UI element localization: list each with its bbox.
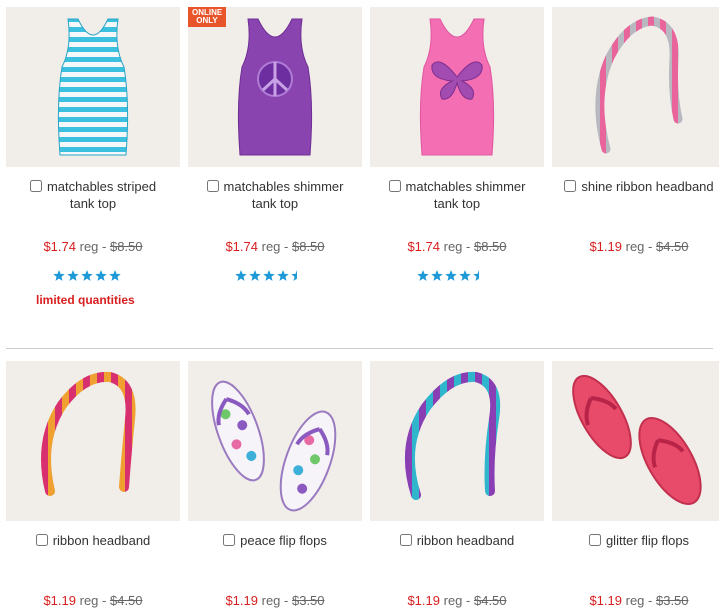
product-card: peace flip flops $1.19 reg - $3.50 (188, 361, 362, 608)
reg-price: $8.50 (291, 239, 325, 254)
purple-tank-top-image (237, 18, 313, 156)
compare-checkbox[interactable] (564, 180, 577, 192)
shine-ribbon-headband-image (595, 16, 683, 154)
compare-checkbox[interactable] (399, 534, 412, 546)
online-only-badge: ONLINE ONLY (188, 7, 226, 27)
reg-label: reg - (625, 593, 653, 608)
product-price: $1.19 reg - $3.50 (552, 593, 719, 608)
rating-stars-graphic (53, 270, 121, 281)
product-image[interactable] (552, 361, 719, 521)
product-card: matchables shimmer tank top $1.74 reg - … (370, 7, 544, 281)
product-card: matchables striped tank top $1.74 reg - … (6, 7, 180, 307)
glitter-flip-flops-image (572, 374, 702, 505)
product-name: peace flip flops (188, 532, 362, 549)
product-image[interactable] (370, 361, 544, 521)
product-image[interactable] (188, 361, 362, 521)
reg-price: $3.50 (291, 593, 325, 608)
product-price: $1.19 reg - $4.50 (370, 593, 544, 608)
reg-label: reg - (443, 593, 471, 608)
sale-price: $1.74 (225, 239, 258, 254)
rating-stars-graphic (235, 270, 297, 281)
product-image[interactable] (552, 7, 719, 167)
compare-checkbox[interactable] (388, 180, 401, 192)
product-card: glitter flip flops $1.19 reg - $3.50 (552, 361, 719, 608)
reg-price: $8.50 (109, 239, 143, 254)
reg-label: reg - (261, 239, 289, 254)
sale-price: $1.19 (225, 593, 258, 608)
product-card: ribbon headband $1.19 reg - $4.50 (6, 361, 180, 608)
product-name: matchables shimmer tank top (370, 178, 544, 212)
sale-price: $1.74 (43, 239, 76, 254)
product-price: $1.74 reg - $8.50 (370, 239, 544, 254)
peace-flip-flops-image (211, 380, 337, 512)
reg-price: $4.50 (109, 593, 143, 608)
rating-stars (234, 269, 304, 283)
product-price: $1.19 reg - $4.50 (6, 593, 180, 608)
product-price: $1.19 reg - $4.50 (552, 239, 719, 254)
reg-price: $8.50 (473, 239, 507, 254)
reg-label: reg - (79, 593, 107, 608)
star-icon (291, 270, 297, 281)
star-icon (67, 270, 79, 281)
product-image[interactable] (6, 361, 180, 521)
star-icon (445, 270, 457, 281)
star-icon (95, 270, 107, 281)
star-icon (473, 270, 479, 281)
star-icon (459, 270, 471, 281)
compare-checkbox[interactable] (206, 180, 219, 192)
product-name: matchables shimmer tank top (188, 178, 362, 212)
reg-price: $3.50 (655, 593, 689, 608)
product-name: ribbon headband (370, 532, 544, 549)
star-icon (81, 270, 93, 281)
product-price: $1.74 reg - $8.50 (188, 239, 362, 254)
sale-price: $1.19 (407, 593, 440, 608)
star-icon (277, 270, 289, 281)
ribbon-headband-image (404, 371, 501, 500)
product-price: $1.74 reg - $8.50 (6, 239, 180, 254)
rating-stars (416, 269, 486, 283)
rating-stars (52, 269, 122, 283)
limited-quantities-note: limited quantities (36, 293, 135, 307)
row-divider (6, 348, 713, 349)
star-icon (263, 270, 275, 281)
product-card: ONLINE ONLY matchables shimmer tank top … (188, 7, 362, 281)
reg-label: reg - (443, 239, 471, 254)
product-price: $1.19 reg - $3.50 (188, 593, 362, 608)
star-icon (235, 270, 247, 281)
product-card: ribbon headband $1.19 reg - $4.50 (370, 361, 544, 608)
product-name: glitter flip flops (552, 532, 719, 549)
product-name: shine ribbon headband (552, 178, 719, 195)
compare-checkbox[interactable] (588, 534, 601, 546)
compare-checkbox[interactable] (35, 534, 48, 546)
pink-tank-top-image (419, 18, 495, 156)
product-card: shine ribbon headband $1.19 reg - $4.50 (552, 7, 719, 254)
reg-label: reg - (79, 239, 107, 254)
reg-price: $4.50 (473, 593, 507, 608)
rating-stars-graphic (417, 270, 479, 281)
compare-checkbox[interactable] (29, 180, 42, 192)
reg-price: $4.50 (655, 239, 689, 254)
product-image[interactable]: ONLINE ONLY (188, 7, 362, 167)
ribbon-headband-image (41, 371, 136, 496)
star-icon (109, 270, 121, 281)
sale-price: $1.19 (43, 593, 76, 608)
star-icon (431, 270, 443, 281)
compare-checkbox[interactable] (223, 534, 236, 546)
product-name: matchables striped tank top (6, 178, 180, 212)
reg-label: reg - (625, 239, 653, 254)
star-icon (53, 270, 65, 281)
striped-tank-top-image (57, 18, 129, 156)
star-icon (249, 270, 261, 281)
sale-price: $1.19 (589, 593, 622, 608)
product-name: ribbon headband (6, 532, 180, 549)
sale-price: $1.19 (589, 239, 622, 254)
product-image[interactable] (6, 7, 180, 167)
star-icon (417, 270, 429, 281)
product-image[interactable] (370, 7, 544, 167)
reg-label: reg - (261, 593, 289, 608)
sale-price: $1.74 (407, 239, 440, 254)
